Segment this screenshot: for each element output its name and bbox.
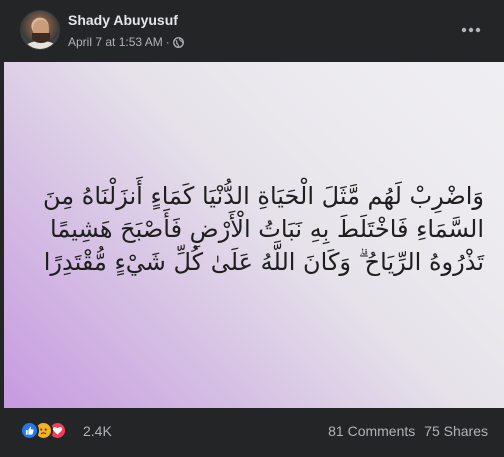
engagement-stats: 81 Comments 75 Shares xyxy=(323,423,488,439)
post-meta: April 7 at 1:53 AM · xyxy=(68,35,184,49)
like-icon xyxy=(20,421,39,440)
more-horizontal-icon[interactable] xyxy=(455,14,487,46)
meta-separator: · xyxy=(165,35,170,49)
verse-line: وَاضْرِبْ لَهُم مَّثَلَ الْحَيَاةِ الدُّ… xyxy=(43,182,484,210)
verse-text: وَاضْرِبْ لَهُم مَّثَلَ الْحَيَاةِ الدُّ… xyxy=(24,180,484,279)
globe-icon[interactable] xyxy=(172,36,184,48)
post-timestamp[interactable]: April 7 at 1:53 AM xyxy=(68,35,163,49)
avatar-beard xyxy=(32,33,50,43)
reaction-count[interactable]: 2.4K xyxy=(83,423,112,439)
comments-count[interactable]: 81 Comments xyxy=(328,423,415,439)
post-header: Shady Abuyusuf April 7 at 1:53 AM · xyxy=(0,0,504,62)
verse-line: السَّمَاءِ فَاخْتَلَطَ بِهِ نَبَاتُ الْأ… xyxy=(50,215,484,243)
post-footer: 2.4K 81 Comments 75 Shares xyxy=(0,408,504,457)
avatar[interactable] xyxy=(20,10,60,50)
shares-count[interactable]: 75 Shares xyxy=(424,423,488,439)
post-image[interactable]: وَاضْرِبْ لَهُم مَّثَلَ الْحَيَاةِ الدُّ… xyxy=(4,62,504,408)
verse-line: تَذْرُوهُ الرِّيَاحُ ۗ وَكَانَ اللَّهُ ع… xyxy=(43,248,484,276)
post-card: Shady Abuyusuf April 7 at 1:53 AM · وَاض… xyxy=(0,0,504,457)
author-name[interactable]: Shady Abuyusuf xyxy=(68,12,178,28)
reaction-icons[interactable] xyxy=(20,421,67,440)
